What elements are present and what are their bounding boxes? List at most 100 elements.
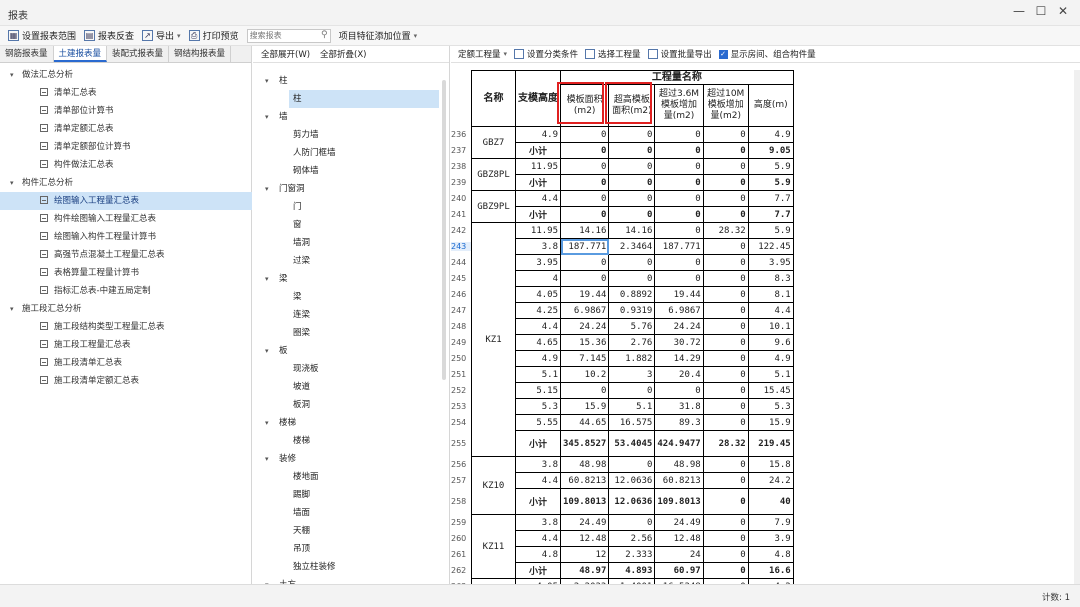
chevron-down-icon[interactable]: ▾	[265, 270, 279, 288]
value-cell[interactable]: 16.6	[747, 562, 794, 579]
value-cell[interactable]: 10.1	[747, 318, 794, 335]
tree-item[interactable]: 清单定额汇总表	[0, 120, 252, 138]
value-cell[interactable]: 0	[654, 222, 704, 239]
value-cell[interactable]: 345.8527	[559, 430, 610, 457]
row-number[interactable]: 257	[451, 476, 471, 485]
value-cell[interactable]: 0	[702, 254, 749, 271]
value-cell[interactable]: 0	[608, 142, 656, 159]
value-cell[interactable]: 0	[702, 206, 749, 223]
value-cell[interactable]: 60.97	[654, 562, 704, 579]
value-cell[interactable]: 0	[559, 142, 610, 159]
row-number[interactable]: 236	[451, 130, 471, 139]
value-cell[interactable]: 0	[608, 126, 656, 143]
component-category[interactable]: ▾ 板	[253, 342, 449, 360]
value-cell[interactable]: 5.9	[747, 174, 794, 191]
tree-item[interactable]: 构件做法汇总表	[0, 156, 252, 174]
value-cell[interactable]: 0	[702, 472, 749, 489]
value-cell[interactable]: 9.6	[747, 334, 794, 351]
value-cell[interactable]: 0	[702, 126, 749, 143]
chevron-down-icon[interactable]: ▾	[265, 72, 279, 90]
value-cell[interactable]: 48.98	[654, 456, 704, 473]
component-category[interactable]: ▾ 装修	[253, 450, 449, 468]
component-item[interactable]: 人防门框墙	[253, 144, 449, 162]
search-icon[interactable]: ⚲	[321, 30, 328, 40]
component-item[interactable]: 独立柱装修	[253, 558, 449, 576]
row-number[interactable]: 250	[451, 354, 471, 363]
value-cell[interactable]: 60.8213	[559, 472, 610, 489]
value-cell[interactable]: 8.1	[747, 286, 794, 303]
row-number[interactable]: 243	[451, 242, 471, 251]
value-cell[interactable]: 7.7	[747, 190, 794, 207]
value-cell[interactable]: 19.44	[654, 286, 704, 303]
feature-position-dropdown[interactable]: 项目特征添加位置 ▾	[339, 29, 418, 43]
row-number[interactable]: 251	[451, 370, 471, 379]
collapse-all-button[interactable]: 全部折叠(X)	[320, 48, 366, 60]
value-cell[interactable]: 24.24	[559, 318, 610, 335]
tab-report-type[interactable]: 土建报表量	[53, 46, 108, 62]
row-number[interactable]: 247	[451, 306, 471, 315]
tab-report-type[interactable]: 钢筋报表量	[0, 46, 54, 62]
value-cell[interactable]: 2.3464	[608, 238, 656, 255]
value-cell[interactable]: 0	[608, 382, 656, 399]
value-cell[interactable]: 9.05	[747, 142, 794, 159]
value-cell[interactable]: 0	[702, 190, 749, 207]
value-cell[interactable]: 40	[747, 488, 794, 515]
value-cell[interactable]: 0.9319	[608, 302, 656, 319]
value-cell[interactable]: 15.9	[559, 398, 610, 415]
tab-report-type[interactable]: 钢结构报表量	[169, 46, 232, 62]
component-item[interactable]: 楼梯	[253, 432, 449, 450]
value-cell[interactable]: 0	[702, 286, 749, 303]
component-item[interactable]: 过梁	[253, 252, 449, 270]
value-cell[interactable]: 48.97	[559, 562, 610, 579]
value-cell[interactable]: 0	[559, 174, 610, 191]
maximize-button[interactable]: ☐	[1030, 4, 1052, 18]
value-cell[interactable]: 0	[654, 174, 704, 191]
value-cell[interactable]: 5.9	[747, 158, 794, 175]
select-quantity-button[interactable]: 选择工程量	[585, 48, 641, 60]
tree-item[interactable]: 高强节点混凝土工程量汇总表	[0, 246, 252, 264]
row-number[interactable]: 240	[451, 194, 471, 203]
expand-all-button[interactable]: 全部展开(W)	[261, 48, 310, 60]
value-cell[interactable]: 187.771	[654, 238, 704, 255]
tree-group[interactable]: ▾ 构件汇总分析	[0, 174, 252, 192]
value-cell[interactable]: 0	[559, 382, 610, 399]
row-number[interactable]: 261	[451, 550, 471, 559]
tree-group[interactable]: ▾ 做法汇总分析	[0, 66, 252, 84]
value-cell[interactable]: 31.8	[654, 398, 704, 415]
value-cell[interactable]: 0	[608, 190, 656, 207]
chevron-down-icon[interactable]: ▾	[265, 180, 279, 198]
value-cell[interactable]: 0	[702, 382, 749, 399]
value-cell[interactable]: 0	[702, 174, 749, 191]
value-cell[interactable]: 53.4045	[608, 430, 656, 457]
value-cell[interactable]: 5.1	[747, 366, 794, 383]
value-cell[interactable]: 7.145	[559, 350, 610, 367]
value-cell[interactable]: 5.9	[747, 222, 794, 239]
value-cell[interactable]: 5.76	[608, 318, 656, 335]
tree-item[interactable]: 清单汇总表	[0, 84, 252, 102]
row-number[interactable]: 237	[451, 146, 471, 155]
value-cell[interactable]: 0	[654, 190, 704, 207]
value-cell[interactable]: 0	[702, 142, 749, 159]
value-cell[interactable]: 0	[702, 562, 749, 579]
row-number[interactable]: 253	[451, 402, 471, 411]
value-cell[interactable]: 0	[559, 254, 610, 271]
value-cell[interactable]: 14.16	[559, 222, 610, 239]
component-item[interactable]: 墙洞	[253, 234, 449, 252]
tree-item[interactable]: 施工段结构类型工程量汇总表	[0, 318, 252, 336]
value-cell[interactable]: 2.76	[608, 334, 656, 351]
row-number[interactable]: 259	[451, 518, 471, 527]
row-number[interactable]: 260	[451, 534, 471, 543]
value-cell[interactable]: 3.9	[747, 530, 794, 547]
tree-group[interactable]: ▾ 施工段汇总分析	[0, 300, 252, 318]
value-cell[interactable]: 24.49	[654, 514, 704, 531]
report-search[interactable]: ⚲	[246, 28, 331, 43]
minimize-button[interactable]: —	[1008, 4, 1030, 18]
value-cell[interactable]: 15.9	[747, 414, 794, 431]
set-range-button[interactable]: ▦ 设置报表范围	[8, 29, 76, 42]
value-cell[interactable]: 16.575	[608, 414, 656, 431]
row-number[interactable]: 252	[451, 386, 471, 395]
row-number[interactable]: 248	[451, 322, 471, 331]
show-rooms-checkbox[interactable]: ✓ 显示房间、组合构件量	[718, 48, 816, 60]
value-cell[interactable]: 48.98	[559, 456, 610, 473]
chevron-down-icon[interactable]: ▾	[10, 174, 22, 192]
